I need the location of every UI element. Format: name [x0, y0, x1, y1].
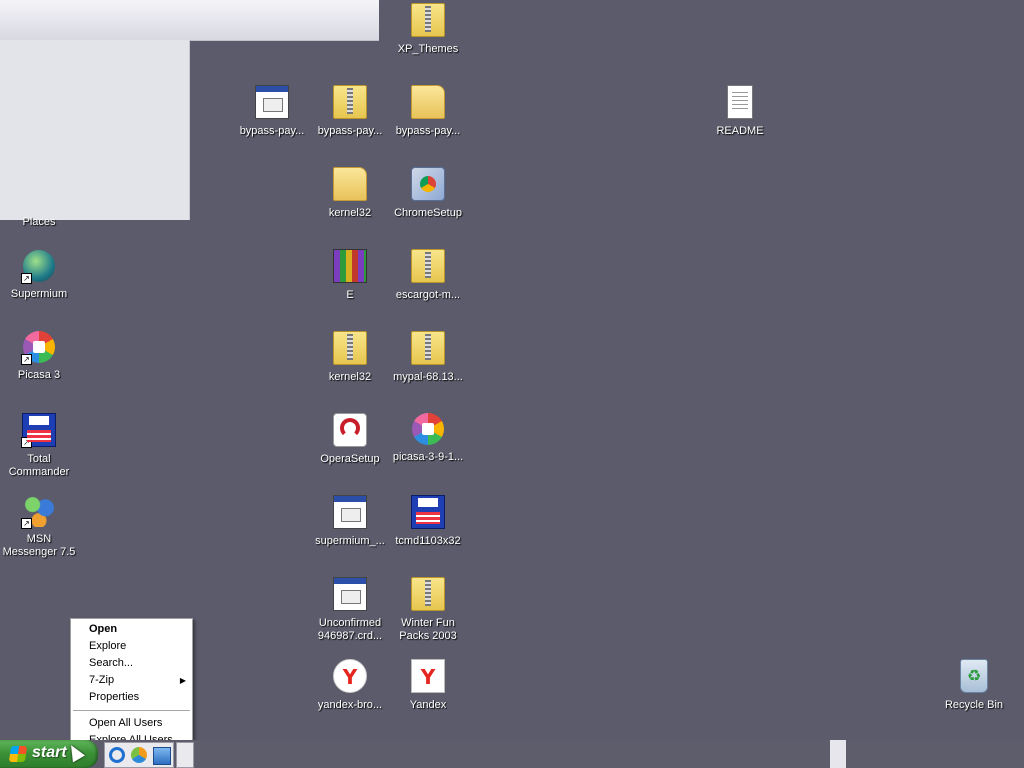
desktop-icon-label: OperaSetup — [320, 453, 380, 465]
menu-item-label: 7-Zip — [89, 674, 115, 686]
picasa-icon — [412, 413, 444, 445]
menu-item-explore[interactable]: Explore — [71, 638, 192, 655]
shortcut-arrow-icon: ↗ — [21, 518, 32, 529]
zip-folder-icon — [411, 3, 445, 37]
start-button-label: start — [32, 744, 67, 761]
desktop-icon-kernel32-zip[interactable]: kernel32 — [312, 331, 388, 384]
desktop-icon-label: MSN Messenger 7.5 — [2, 533, 76, 558]
desktop-icon-mypal[interactable]: mypal-68.13... — [390, 331, 466, 384]
desktop-icon-label: Picasa 3 — [17, 369, 61, 381]
desktop-icon-label: ChromeSetup — [394, 207, 462, 219]
desktop-icon-msn-messenger[interactable]: ↗ MSN Messenger 7.5 — [1, 495, 77, 559]
exe-icon — [255, 85, 289, 119]
desktop-icon-label: Unconfirmed 946987.crd... — [317, 617, 383, 642]
text-document-icon — [727, 85, 753, 119]
shortcut-arrow-icon: ↗ — [21, 354, 32, 365]
desktop-icon-opera-setup[interactable]: OperaSetup — [312, 413, 388, 466]
desktop-icon-chrome-setup[interactable]: ChromeSetup — [390, 167, 466, 220]
floppy-disk-icon — [411, 495, 445, 529]
desktop-icon-kernel32-folder[interactable]: kernel32 — [312, 167, 388, 220]
yandex-icon — [411, 659, 445, 693]
desktop-icon-label: bypass-pay... — [395, 125, 461, 137]
desktop-icon-escargot[interactable]: escargot-m... — [390, 249, 466, 302]
menu-separator — [73, 710, 190, 711]
ghost-window-body — [0, 40, 190, 220]
folder-icon — [333, 167, 367, 201]
shortcut-arrow-icon: ↗ — [21, 437, 32, 448]
zip-folder-icon — [411, 331, 445, 365]
supermium-globe-icon: ↗ — [21, 250, 55, 284]
desktop-icon-total-commander[interactable]: ↗ Total Commander — [1, 413, 77, 479]
opera-icon — [333, 413, 367, 447]
floppy-disk-icon: ↗ — [21, 413, 56, 448]
picasa-icon: ↗ — [21, 331, 55, 365]
desktop-icon-xp-themes[interactable]: XP_Themes — [390, 3, 466, 56]
desktop-icon-yandex-bro[interactable]: yandex-bro... — [312, 659, 388, 712]
submenu-arrow-icon: ▶ — [179, 676, 186, 685]
desktop-icon-label: Places — [22, 216, 56, 228]
desktop-icon-label: Supermium — [10, 288, 68, 300]
zip-folder-icon — [411, 577, 445, 611]
desktop-icon-label: kernel32 — [328, 207, 372, 219]
desktop-icon-label: Yandex — [409, 699, 447, 711]
desktop-icon-winter-fun[interactable]: Winter Fun Packs 2003 — [390, 577, 466, 643]
desktop-icon-supermium[interactable]: ↗ Supermium — [1, 250, 77, 301]
desktop-icon-label: escargot-m... — [395, 289, 461, 301]
desktop-icon-readme[interactable]: README — [702, 85, 778, 138]
zip-folder-icon — [333, 85, 367, 119]
start-context-menu: Open Explore Search... 7-Zip ▶ Propertie… — [70, 618, 193, 752]
taskbar-grip[interactable] — [176, 742, 194, 768]
menu-item-open-all-users[interactable]: Open All Users — [71, 715, 192, 732]
exe-icon — [333, 577, 367, 611]
msn-messenger-icon: ↗ — [21, 495, 55, 529]
desktop-icon-places[interactable]: Places — [1, 207, 77, 229]
desktop-icon-label: Recycle Bin — [944, 699, 1004, 711]
installer-icon — [333, 495, 367, 529]
ghost-window-titlebar — [0, 0, 379, 41]
desktop-icon-bypass-pay-zip[interactable]: bypass-pay... — [312, 85, 388, 138]
quick-launch-bar — [104, 742, 174, 768]
internet-explorer-icon[interactable] — [109, 747, 125, 763]
desktop-icon-label: Total Commander — [8, 453, 70, 478]
desktop-icon-bypass-pay-exe[interactable]: bypass-pay... — [234, 85, 310, 138]
menu-item-7zip[interactable]: 7-Zip ▶ — [71, 672, 192, 689]
desktop-icon-picasa-installer[interactable]: picasa-3-9-1... — [390, 413, 466, 464]
winrar-archive-icon — [333, 249, 367, 283]
desktop-icon-label: E — [346, 289, 354, 301]
desktop-icon-label: bypass-pay... — [239, 125, 305, 137]
zip-folder-icon — [333, 331, 367, 365]
desktop-icon-label: supermium_... — [315, 535, 385, 547]
desktop-icon-yandex[interactable]: Yandex — [390, 659, 466, 712]
desktop[interactable]: Places ↗ Supermium ↗ Picasa 3 ↗ Total Co… — [0, 0, 1024, 752]
show-desktop-icon[interactable] — [153, 747, 171, 765]
desktop-icon-label: XP_Themes — [397, 43, 459, 55]
desktop-icon-e-archive[interactable]: E — [312, 249, 388, 302]
desktop-icon-tcmd[interactable]: tcmd1103x32 — [390, 495, 466, 548]
windows-flag-icon — [8, 746, 28, 762]
desktop-icon-label: Winter Fun Packs 2003 — [399, 617, 457, 642]
desktop-icon-label: yandex-bro... — [317, 699, 383, 711]
desktop-icon-bypass-pay-folder[interactable]: bypass-pay... — [390, 85, 466, 138]
desktop-icon-label: bypass-pay... — [317, 125, 383, 137]
recycle-bin-icon — [960, 659, 988, 693]
desktop-icon-label: mypal-68.13... — [393, 371, 463, 383]
desktop-icon-supermium-installer[interactable]: supermium_... — [312, 495, 388, 548]
menu-item-search[interactable]: Search... — [71, 655, 192, 672]
desktop-icon-label: tcmd1103x32 — [395, 535, 461, 547]
desktop-icon-label: kernel32 — [328, 371, 372, 383]
folder-icon — [411, 85, 445, 119]
desktop-icon-label: picasa-3-9-1... — [392, 451, 464, 463]
yandex-browser-icon — [333, 659, 367, 693]
desktop-icon-recycle-bin[interactable]: Recycle Bin — [936, 659, 1012, 712]
media-player-icon[interactable] — [131, 747, 147, 763]
menu-item-properties[interactable]: Properties — [71, 689, 192, 706]
notification-area — [830, 740, 846, 768]
menu-item-open[interactable]: Open — [71, 621, 192, 638]
zip-folder-icon — [411, 249, 445, 283]
desktop-icon-picasa3[interactable]: ↗ Picasa 3 — [1, 331, 77, 382]
chrome-setup-icon — [411, 167, 445, 201]
desktop-icon-label: README — [716, 125, 764, 137]
shortcut-arrow-icon: ↗ — [21, 273, 32, 284]
desktop-icon-unconfirmed[interactable]: Unconfirmed 946987.crd... — [312, 577, 388, 643]
